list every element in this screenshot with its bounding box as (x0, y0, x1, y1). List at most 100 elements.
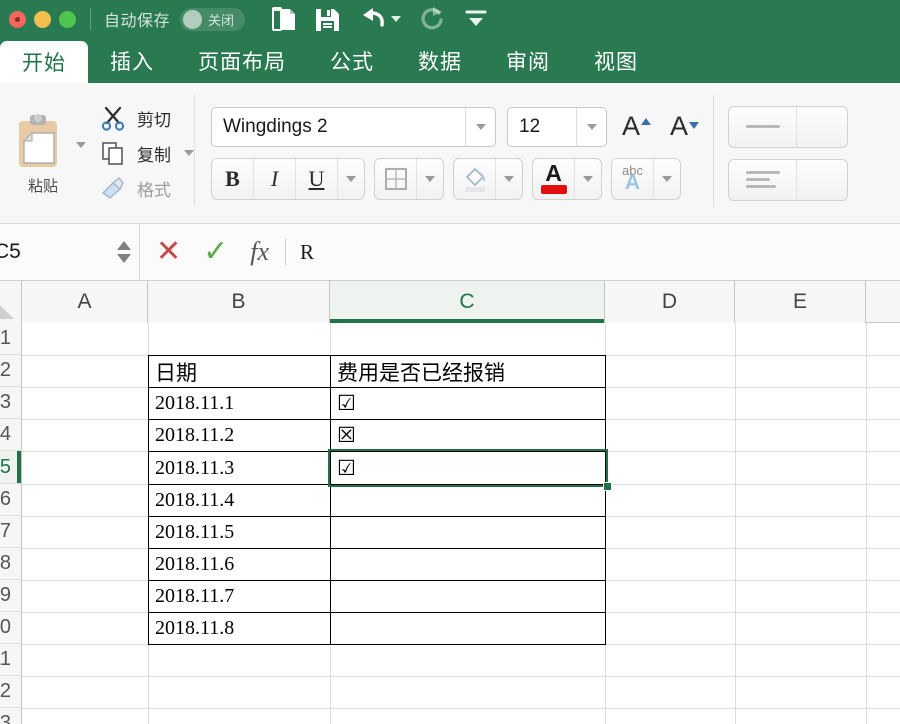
formula-input[interactable]: R (286, 240, 900, 265)
ribbon-tab-bar: 开始 插入 页面布局 公式 数据 审阅 视图 (0, 38, 900, 83)
font-size-dropdown-icon[interactable] (576, 107, 606, 146)
fill-handle[interactable] (603, 482, 612, 491)
confirm-edit-button[interactable]: ✓ (203, 237, 228, 267)
cell-b2[interactable]: 日期 (148, 355, 331, 388)
cell-c8[interactable] (330, 548, 606, 581)
close-window-button[interactable] (9, 10, 26, 28)
cell-b4[interactable]: 2018.11.2 (148, 419, 331, 452)
italic-button[interactable]: I (254, 158, 296, 199)
spinner-down-icon[interactable] (117, 254, 131, 263)
select-all-button[interactable] (0, 281, 22, 323)
cell-b8[interactable]: 2018.11.6 (148, 548, 331, 581)
cancel-edit-button[interactable]: ✕ (156, 237, 181, 267)
chevron-down-icon (583, 175, 593, 182)
paste-button[interactable]: 粘贴 (12, 111, 74, 196)
spinner-up-icon[interactable] (117, 241, 131, 250)
paste-dropdown-icon[interactable] (76, 142, 86, 148)
name-box[interactable]: C5 (0, 224, 140, 280)
tab-page-layout[interactable]: 页面布局 (176, 38, 308, 83)
bold-button[interactable]: B (212, 158, 254, 199)
autosave-toggle[interactable]: 关闭 (180, 7, 246, 31)
column-header-c[interactable]: C (330, 281, 605, 323)
chevron-down-icon (425, 175, 435, 182)
formula-bar: C5 ✕ ✓ fx R (0, 224, 900, 281)
copy-button[interactable]: 复制 (100, 140, 194, 166)
increase-font-size-button[interactable]: A (618, 113, 655, 140)
undo-button[interactable] (358, 6, 402, 32)
borders-button[interactable] (375, 158, 417, 199)
maximize-window-button[interactable] (59, 10, 76, 28)
tab-formulas[interactable]: 公式 (308, 38, 396, 83)
font-color-dropdown-button[interactable] (575, 159, 601, 199)
cell-c7[interactable] (330, 516, 606, 549)
save-button[interactable] (314, 6, 341, 33)
cut-button[interactable]: 剪切 (100, 105, 194, 131)
row-header-10[interactable]: 10 (0, 612, 21, 644)
gridline-horizontal (22, 708, 900, 709)
column-header-d[interactable]: D (605, 281, 735, 323)
row-header-9[interactable]: 9 (0, 580, 21, 612)
text-effects-button[interactable]: abc A (612, 158, 654, 199)
row-header-5[interactable]: 5 (0, 451, 21, 484)
cell-c4[interactable]: ☒ (330, 419, 606, 452)
new-document-button[interactable] (271, 5, 297, 33)
decrease-font-size-button[interactable]: A (666, 113, 703, 140)
vertical-align-segment[interactable] (728, 105, 849, 148)
tab-home[interactable]: 开始 (0, 41, 88, 83)
borders-segment (374, 157, 444, 200)
cell-c9[interactable] (330, 580, 606, 613)
column-header-a[interactable]: A (22, 281, 148, 323)
format-painter-button[interactable]: 格式 (100, 175, 194, 201)
column-header-e[interactable]: E (735, 281, 866, 323)
redo-button[interactable] (418, 5, 446, 33)
font-size-combo[interactable]: 12 (507, 106, 607, 147)
row-header-12[interactable]: 12 (0, 676, 21, 708)
copy-dropdown-icon[interactable] (184, 150, 194, 156)
horizontal-align-segment[interactable] (728, 158, 849, 201)
cell-b5[interactable]: 2018.11.3 (148, 451, 331, 485)
row-header-2[interactable]: 2 (0, 355, 21, 387)
row-header-11[interactable]: 11 (0, 644, 21, 676)
customize-toolbar-button[interactable] (463, 8, 489, 30)
row-header-7[interactable]: 7 (0, 516, 21, 548)
undo-dropdown-icon[interactable] (391, 16, 402, 22)
tab-data[interactable]: 数据 (396, 38, 484, 83)
cell-b6[interactable]: 2018.11.4 (148, 484, 331, 517)
spreadsheet-grid: A B C D E 1 2 3 4 5 6 7 8 9 10 11 12 13 (0, 281, 900, 724)
cell-c2[interactable]: 费用是否已经报销 (330, 355, 606, 388)
cell-c3[interactable]: ☑ (330, 387, 606, 420)
column-header-b[interactable]: B (148, 281, 330, 323)
cut-label: 剪切 (137, 110, 171, 130)
fill-color-dropdown-button[interactable] (496, 159, 522, 199)
font-name-dropdown-icon[interactable] (465, 107, 495, 146)
font-color-swatch (540, 185, 567, 195)
text-effects-dropdown-button[interactable] (654, 159, 680, 199)
minimize-window-button[interactable] (34, 10, 51, 28)
row-header-3[interactable]: 3 (0, 387, 21, 419)
underline-button[interactable]: U (296, 158, 338, 199)
redo-icon (421, 7, 443, 30)
row-header-4[interactable]: 4 (0, 419, 21, 451)
cell-c5[interactable]: ☑ (330, 451, 606, 485)
row-header-6[interactable]: 6 (0, 484, 21, 516)
cell-c10[interactable] (330, 612, 606, 645)
insert-function-button[interactable]: fx (250, 237, 269, 267)
cell-c6[interactable] (330, 484, 606, 517)
font-name-combo[interactable]: Wingdings 2 (211, 106, 496, 147)
borders-dropdown-button[interactable] (417, 159, 443, 199)
tab-insert[interactable]: 插入 (88, 38, 176, 83)
font-color-button[interactable]: A (533, 158, 575, 199)
underline-dropdown-button[interactable] (338, 159, 364, 199)
scissors-icon (101, 106, 125, 131)
tab-view[interactable]: 视图 (572, 38, 660, 83)
fill-color-button[interactable] (454, 158, 496, 199)
row-header-13[interactable]: 13 (0, 708, 21, 724)
row-header-1[interactable]: 1 (0, 323, 21, 355)
cell-b3[interactable]: 2018.11.1 (148, 387, 331, 420)
cell-b9[interactable]: 2018.11.7 (148, 580, 331, 613)
cell-b7[interactable]: 2018.11.5 (148, 516, 331, 549)
row-header-8[interactable]: 8 (0, 548, 21, 580)
tab-review[interactable]: 审阅 (484, 38, 572, 83)
name-box-spinner[interactable] (117, 241, 131, 263)
cell-b10[interactable]: 2018.11.8 (148, 612, 331, 645)
